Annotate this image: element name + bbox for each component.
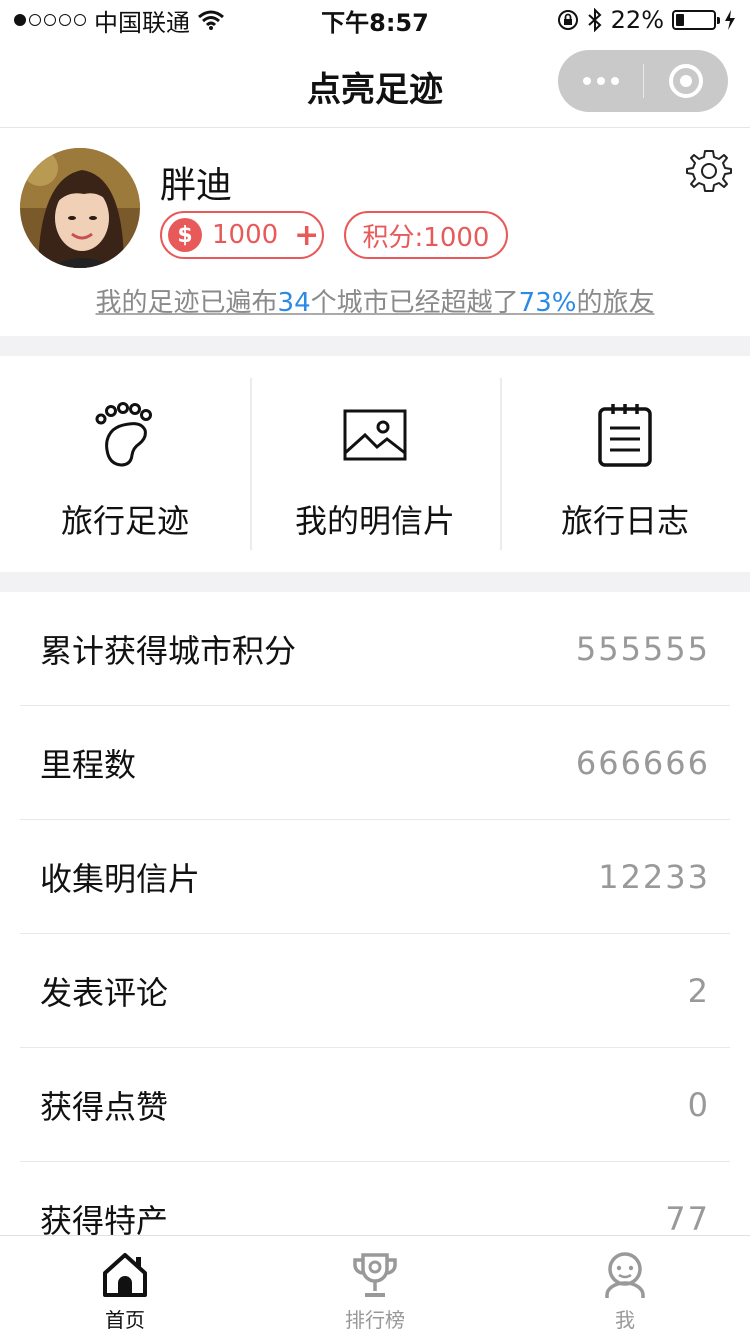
quick-actions: 旅行足迹 我的明信片 旅行日志 [0,356,750,572]
stat-value: 666666 [575,743,710,782]
travel-journal-button[interactable]: 旅行日志 [500,356,750,572]
stat-label: 里程数 [40,745,137,784]
home-icon [100,1250,150,1300]
stats-list: 累计获得城市积分 555555 里程数 666666 收集明信片 12233 发… [0,592,750,1235]
section-divider [0,336,750,356]
trophy-icon [350,1250,400,1300]
more-dot-icon [582,77,591,85]
stat-value: 77 [665,1199,710,1236]
notebook-icon [590,400,660,470]
target-circle-icon [669,64,703,98]
stat-label: 发表评论 [40,973,169,1012]
battery-level [676,14,684,26]
user-icon [600,1250,650,1300]
more-options-button[interactable] [558,50,643,112]
gear-icon[interactable] [686,148,732,194]
tab-label: 首页 [105,1308,145,1332]
tab-me[interactable]: 我 [500,1236,750,1334]
action-label: 旅行日志 [560,502,689,540]
tab-label: 我 [615,1308,635,1332]
stat-value: 0 [687,1085,710,1124]
stat-label: 获得特产 [40,1201,169,1236]
dollar-coin-icon: $ [168,218,202,252]
stat-label: 收集明信片 [40,859,201,898]
battery-icon [672,10,720,30]
more-dot-icon [596,77,605,85]
stat-row-city-points[interactable]: 累计获得城市积分 555555 [20,592,730,706]
footprint-icon [90,400,160,470]
action-label: 我的明信片 [294,502,455,540]
stat-value: 2 [687,971,710,1010]
stat-row-specialties[interactable]: 获得特产 77 [20,1162,730,1236]
battery-percent: 22% [610,6,664,34]
summary-middle: 个城市已经超越了 [310,288,519,318]
status-bar: 中国联通 下午8:57 22% [0,0,750,40]
points-pill[interactable]: 积分:1000 [344,211,508,259]
travel-footprint-button[interactable]: 旅行足迹 [0,356,250,572]
signal-strength-icon [14,14,86,26]
stat-value: 555555 [575,629,710,668]
tab-label: 排行榜 [345,1308,405,1332]
city-count: 34 [277,288,311,318]
close-miniprogram-button[interactable] [644,50,728,112]
bluetooth-icon [587,8,602,32]
profile-card: 胖迪 $ 1000 + 积分:1000 我的足迹已遍布34个城市已经超越了73%… [0,130,750,336]
app-screen: 中国联通 下午8:57 22% 点亮足迹 胖迪 $ 1000 + 积分:1000… [0,0,750,1334]
stat-value: 12233 [598,857,710,896]
action-label: 旅行足迹 [60,502,189,540]
stat-row-comments[interactable]: 发表评论 2 [20,934,730,1048]
status-right: 22% [557,6,736,34]
wifi-icon [198,10,224,30]
coin-balance-pill[interactable]: $ 1000 + [160,211,324,259]
footprint-summary: 我的足迹已遍布34个城市已经超越了73%的旅友 [0,282,750,319]
stat-label: 累计获得城市积分 [40,631,297,670]
exceed-percent: 73% [518,288,577,318]
tab-ranking[interactable]: 排行榜 [250,1236,500,1334]
coin-balance: 1000 [212,220,279,250]
tab-bar: 首页 排行榜 我 [0,1235,750,1334]
username: 胖迪 [160,165,233,206]
summary-prefix: 我的足迹已遍布 [95,288,278,318]
stat-label: 获得点赞 [40,1087,169,1126]
status-left: 中国联通 [14,3,224,38]
miniprogram-capsule [558,50,728,112]
carrier-name: 中国联通 [94,8,190,37]
stat-row-postcards[interactable]: 收集明信片 12233 [20,820,730,934]
rotation-lock-icon [557,10,578,30]
summary-suffix: 的旅友 [576,288,655,318]
section-divider [0,572,750,592]
avatar[interactable] [20,148,140,268]
postcard-image-icon [340,400,410,470]
charging-icon [725,10,735,30]
more-dot-icon [610,77,619,85]
add-coins-icon[interactable]: + [294,218,319,253]
stat-row-likes[interactable]: 获得点赞 0 [20,1048,730,1162]
stat-row-mileage[interactable]: 里程数 666666 [20,706,730,820]
tab-home[interactable]: 首页 [0,1236,250,1334]
navigation-bar: 点亮足迹 [0,40,750,128]
my-postcards-button[interactable]: 我的明信片 [250,356,500,572]
